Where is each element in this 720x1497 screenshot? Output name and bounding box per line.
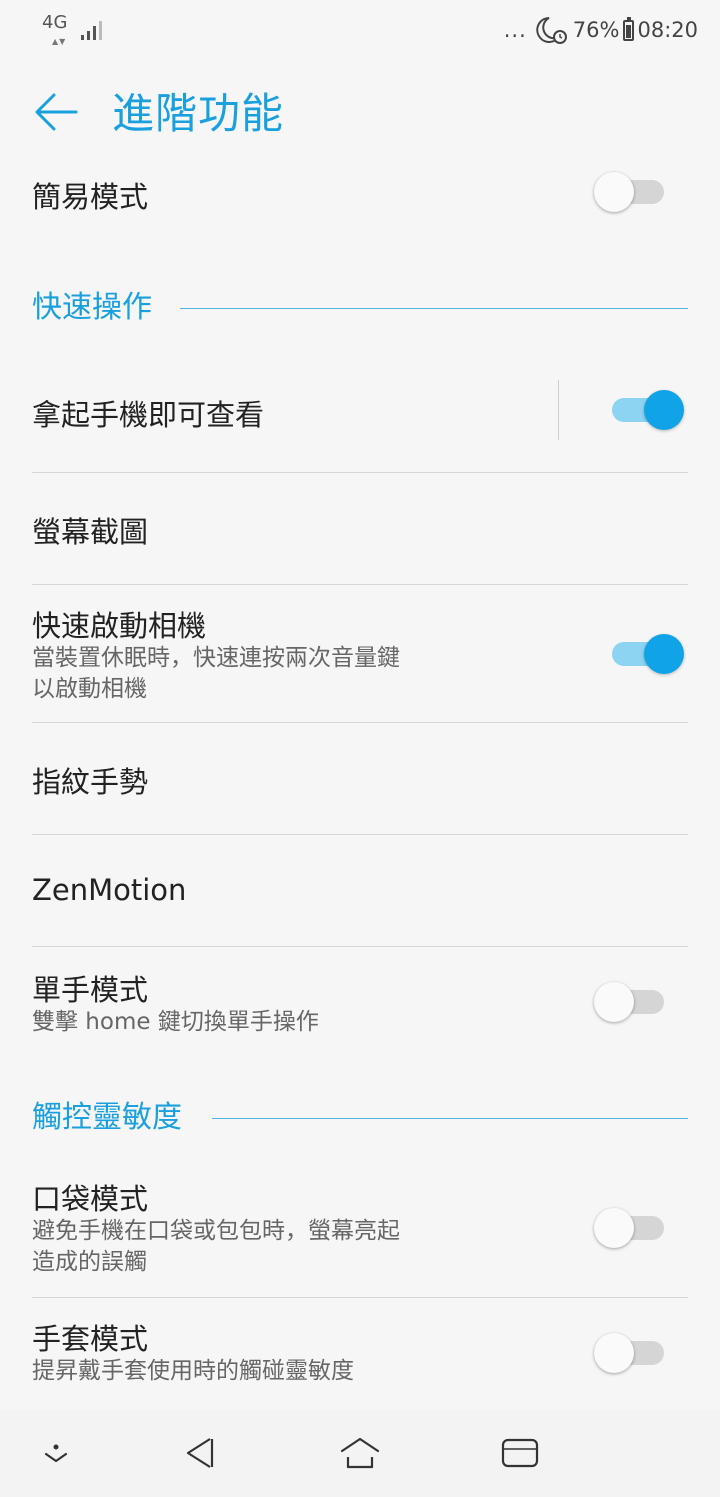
network-label: 4G	[42, 12, 68, 33]
setting-title: 快速啟動相機	[32, 609, 207, 643]
setting-one-hand-mode[interactable]: 單手模式 雙擊 home 鍵切換單手操作	[32, 947, 688, 1057]
setting-subtitle: 避免手機在口袋或包包時，螢幕亮起 造成的誤觸	[32, 1218, 400, 1275]
setting-subtitle: 提昇戴手套使用時的觸碰靈敏度	[32, 1358, 354, 1384]
one-hand-mode-toggle[interactable]	[594, 982, 668, 1022]
setting-title: ZenMotion	[32, 873, 187, 907]
section-label: 觸控靈敏度	[32, 1100, 182, 1135]
setting-zenmotion[interactable]: ZenMotion	[32, 835, 688, 945]
network-type: 4G ▲▼	[42, 12, 68, 47]
battery-icon	[623, 16, 635, 41]
setting-easy-mode[interactable]: 簡易模式	[32, 160, 688, 224]
setting-subtitle: 當裝置休眠時，快速連按兩次音量鍵 以啟動相機	[32, 645, 400, 702]
setting-fingerprint-gestures[interactable]: 指紋手勢	[32, 723, 688, 833]
alarm-icon	[552, 30, 567, 44]
setting-title: 拿起手機即可查看	[32, 398, 265, 432]
setting-quick-camera[interactable]: 快速啟動相機 當裝置休眠時，快速連按兩次音量鍵 以啟動相機	[32, 585, 688, 721]
toggle-knob	[644, 390, 684, 430]
section-label: 快速操作	[32, 290, 152, 325]
back-triangle-icon	[186, 1438, 214, 1468]
section-divider-line	[212, 1118, 688, 1119]
quick-camera-toggle[interactable]	[610, 634, 684, 674]
arrow-left-icon	[35, 93, 78, 131]
setting-title: 單手模式	[32, 973, 149, 1007]
app-bar: 進階功能	[0, 76, 720, 156]
vertical-separator	[558, 380, 559, 440]
status-right: ... 76% 08:20	[504, 16, 698, 44]
toggle-knob	[644, 634, 684, 674]
status-bar: 4G ▲▼ ... 76% 08:20	[0, 0, 720, 60]
pocket-mode-toggle[interactable]	[594, 1208, 668, 1248]
home-icon	[340, 1437, 380, 1469]
setting-title: 指紋手勢	[32, 765, 149, 799]
setting-pocket-mode[interactable]: 口袋模式 避免手機在口袋或包包時，螢幕亮起 造成的誤觸	[32, 1160, 688, 1296]
nav-recents-button[interactable]	[490, 1428, 550, 1478]
recents-icon	[501, 1438, 539, 1468]
toggle-knob	[594, 1333, 634, 1373]
clock: 08:20	[637, 18, 698, 42]
section-header-quick-actions: 快速操作	[32, 288, 688, 328]
setting-title: 手套模式	[32, 1322, 149, 1356]
easy-mode-toggle[interactable]	[594, 172, 668, 212]
section-header-touch-sensitivity: 觸控靈敏度	[32, 1098, 688, 1138]
battery-percent: 76%	[572, 18, 620, 42]
glove-mode-toggle[interactable]	[594, 1333, 668, 1373]
signal-icon	[81, 18, 103, 40]
toggle-knob	[594, 1208, 634, 1248]
nav-collapse-button[interactable]	[26, 1428, 86, 1478]
toggle-knob	[594, 982, 634, 1022]
setting-pick-up-to-view[interactable]: 拿起手機即可查看	[32, 370, 688, 450]
overflow-notifications: ...	[503, 18, 527, 42]
setting-screenshot[interactable]: 螢幕截圖	[32, 473, 688, 583]
setting-subtitle: 雙擊 home 鍵切換單手操作	[32, 1009, 319, 1035]
chevron-down-icon	[44, 1444, 68, 1463]
page-title: 進階功能	[112, 89, 285, 138]
setting-title: 簡易模式	[32, 180, 149, 214]
setting-title: 口袋模式	[32, 1182, 149, 1216]
section-divider-line	[180, 308, 688, 309]
network-status: 4G ▲▼	[42, 12, 103, 47]
data-activity-icon: ▲▼	[52, 37, 67, 46]
back-button[interactable]	[30, 88, 82, 136]
pick-up-toggle[interactable]	[610, 390, 684, 430]
toggle-knob	[594, 172, 634, 212]
setting-title: 螢幕截圖	[32, 515, 149, 549]
moon-icon	[535, 15, 569, 45]
nav-home-button[interactable]	[330, 1428, 390, 1478]
setting-glove-mode[interactable]: 手套模式 提昇戴手套使用時的觸碰靈敏度	[32, 1298, 688, 1408]
navigation-bar	[0, 1410, 720, 1497]
nav-back-button[interactable]	[170, 1428, 230, 1478]
